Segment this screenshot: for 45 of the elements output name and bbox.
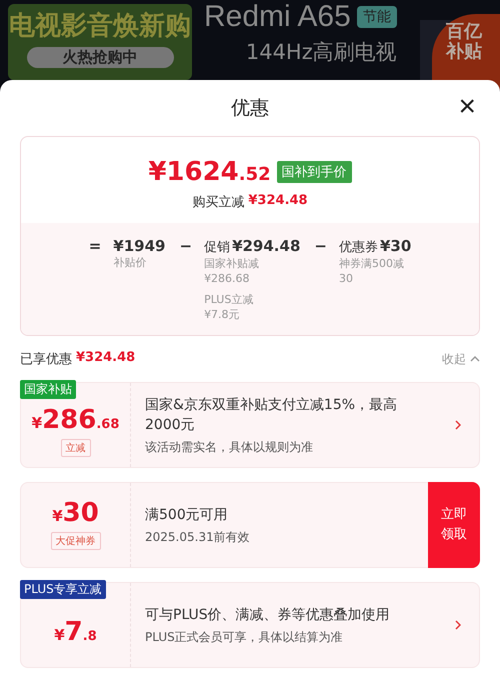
saving-amount: ¥324.48 (248, 193, 308, 210)
breakdown-note: PLUS立减 (204, 292, 254, 307)
enjoyed-amount: ¥324.48 (76, 350, 136, 367)
collapse-toggle[interactable]: 收起 (442, 350, 480, 368)
chevron-up-icon (470, 356, 480, 362)
enjoyed-label: 已享优惠 (20, 351, 72, 368)
offer-note: 该活动需实名，具体以规则为准 (145, 438, 314, 456)
offer-amount: ¥30 (52, 500, 99, 526)
breakdown-amount: ¥1949 (113, 237, 166, 255)
claim-button[interactable]: 立即领取 (428, 482, 480, 568)
offer-description: 可与PLUS价、满减、券等优惠叠加使用 (145, 606, 391, 624)
breakdown-note: 神券满500减30 (338, 256, 405, 286)
breakdown-amount: ¥294.48 (232, 237, 300, 255)
operator-sign: − (179, 237, 192, 257)
offer-amount: ¥7.8 (54, 619, 97, 645)
offer-note: 2025.05.31前有效 (145, 528, 251, 546)
breakdown-label: 促销 (204, 239, 230, 256)
breakdown-amount: ¥30 (380, 237, 412, 255)
final-price: ¥1624.52 (148, 157, 271, 187)
offer-tag: 国家补贴 (20, 380, 76, 399)
offer-description: 国家&京东双重补贴支付立减15%，最高2000元 (145, 396, 398, 434)
banner-pill: 火热抢购中 (26, 47, 174, 68)
breakdown-label: 优惠券 (338, 239, 378, 256)
breakdown-note: 补贴价 (113, 255, 148, 270)
price-tag: 国补到手价 (276, 161, 352, 183)
breakdown-note: 国家补贴减 (204, 256, 260, 271)
breakdown-note: ¥286.68 (204, 271, 251, 286)
offer-description: 满500元可用 (145, 506, 229, 524)
offer-label: 立减 (60, 439, 90, 457)
operator-sign: − (314, 237, 327, 257)
chevron-right-icon[interactable] (455, 620, 461, 630)
offer-label: 大促神券 (50, 532, 100, 550)
operator-sign: = (88, 237, 102, 257)
banner-subtitle: 144Hz高刷电视 (246, 39, 397, 66)
chevron-right-icon[interactable] (455, 420, 461, 430)
sheet-title: 优惠 (231, 96, 269, 121)
close-button[interactable]: × (454, 92, 480, 122)
offer-tag: PLUS专享立减 (20, 580, 106, 599)
saving-label: 购买立减 (192, 194, 244, 211)
edition-badge: 节能 (356, 6, 397, 28)
offer-note: PLUS正式会员可享，具体以结算为准 (145, 628, 344, 646)
offer-amount: ¥286.68 (32, 407, 120, 433)
banner-title: 电视影音焕新购 (9, 10, 191, 43)
breakdown-note: ¥7.8元 (204, 307, 241, 322)
product-name: Redmi A65 (204, 0, 351, 34)
